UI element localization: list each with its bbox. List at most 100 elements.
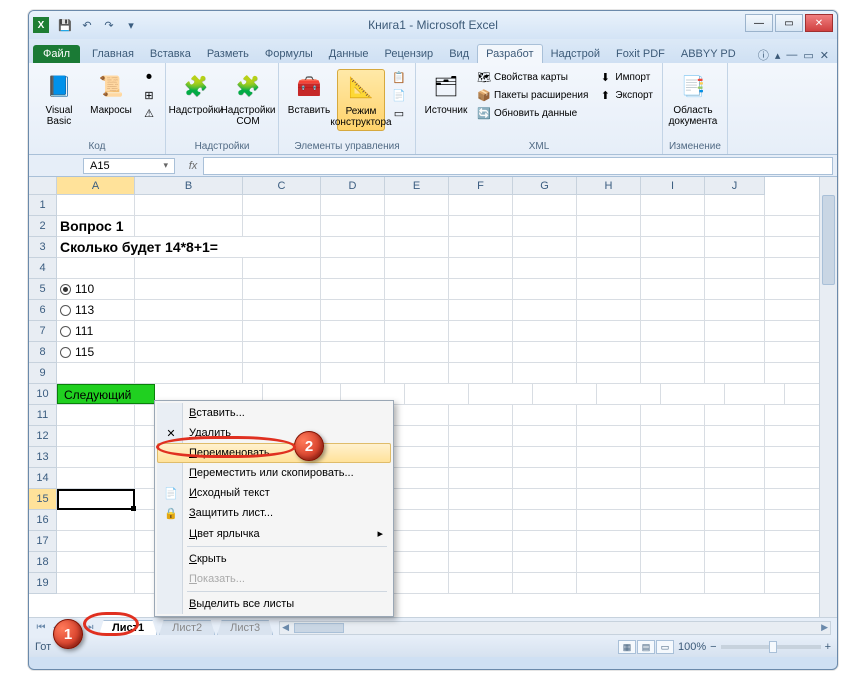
insert-control-button[interactable]: 🧰 Вставить <box>285 69 333 118</box>
cell-G2[interactable] <box>513 216 577 236</box>
cell-I13[interactable] <box>641 447 705 467</box>
cell-H5[interactable] <box>577 279 641 299</box>
cell-G17[interactable] <box>513 531 577 551</box>
macro-security-button[interactable]: ⚠ <box>139 105 159 121</box>
cell-H4[interactable] <box>577 258 641 278</box>
cell-G9[interactable] <box>513 363 577 383</box>
cell-E4[interactable] <box>385 258 449 278</box>
doc-min-icon[interactable]: — <box>786 49 797 61</box>
cell-E18[interactable] <box>385 552 449 572</box>
cell-C2[interactable] <box>243 216 321 236</box>
cell-A6[interactable]: 113 <box>57 300 135 320</box>
file-tab[interactable]: Файл <box>33 45 80 63</box>
cell-F15[interactable] <box>449 489 513 509</box>
cell-G10[interactable] <box>533 384 597 404</box>
cell-I18[interactable] <box>641 552 705 572</box>
menu-item-2[interactable]: Переименовать <box>157 443 391 463</box>
row-header-13[interactable]: 13 <box>29 447 57 468</box>
view-code-button[interactable]: 📄 <box>389 87 409 103</box>
cell-G13[interactable] <box>513 447 577 467</box>
cell-C7[interactable] <box>243 321 321 341</box>
cell-F3[interactable] <box>449 237 513 257</box>
cell-H15[interactable] <box>577 489 641 509</box>
cell-G12[interactable] <box>513 426 577 446</box>
row-header-3[interactable]: 3 <box>29 237 57 258</box>
cell-A12[interactable] <box>57 426 135 446</box>
cell-E14[interactable] <box>385 468 449 488</box>
cell-E19[interactable] <box>385 573 449 593</box>
zoom-level[interactable]: 100% <box>678 641 706 653</box>
cell-J4[interactable] <box>705 258 765 278</box>
row-header-11[interactable]: 11 <box>29 405 57 426</box>
cell-A9[interactable] <box>57 363 135 383</box>
run-dialog-button[interactable]: ▭ <box>389 105 409 121</box>
cell-J12[interactable] <box>705 426 765 446</box>
radio-option-113[interactable] <box>60 305 71 316</box>
row-header-9[interactable]: 9 <box>29 363 57 384</box>
cell-A17[interactable] <box>57 531 135 551</box>
cell-F19[interactable] <box>449 573 513 593</box>
cell-B4[interactable] <box>135 258 243 278</box>
cell-E10[interactable] <box>405 384 469 404</box>
cell-C1[interactable] <box>243 195 321 215</box>
col-header-A[interactable]: A <box>57 177 135 195</box>
col-header-J[interactable]: J <box>705 177 765 195</box>
cell-F1[interactable] <box>449 195 513 215</box>
cell-B2[interactable] <box>135 216 243 236</box>
cell-G7[interactable] <box>513 321 577 341</box>
row-header-5[interactable]: 5 <box>29 279 57 300</box>
import-button[interactable]: ⬇Импорт <box>595 69 656 85</box>
cell-G14[interactable] <box>513 468 577 488</box>
ribbon-min-icon[interactable]: ▴ <box>775 49 781 62</box>
cell-D4[interactable] <box>321 258 385 278</box>
cell-A13[interactable] <box>57 447 135 467</box>
cell-B1[interactable] <box>135 195 243 215</box>
cell-F7[interactable] <box>449 321 513 341</box>
cell-A19[interactable] <box>57 573 135 593</box>
row-header-2[interactable]: 2 <box>29 216 57 237</box>
cell-F10[interactable] <box>469 384 533 404</box>
cell-B8[interactable] <box>135 342 243 362</box>
minimize-button[interactable]: — <box>745 14 773 32</box>
cell-F9[interactable] <box>449 363 513 383</box>
tab-abbyy pd[interactable]: ABBYY PD <box>673 45 744 63</box>
cell-F5[interactable] <box>449 279 513 299</box>
row-header-6[interactable]: 6 <box>29 300 57 321</box>
view-normal-button[interactable]: ▦ <box>618 640 636 654</box>
cell-D2[interactable] <box>321 216 385 236</box>
export-button[interactable]: ⬆Экспорт <box>595 87 656 103</box>
menu-item-7[interactable]: Скрыть <box>157 549 391 569</box>
cell-J16[interactable] <box>705 510 765 530</box>
cell-J6[interactable] <box>705 300 765 320</box>
visual-basic-button[interactable]: 📘 Visual Basic <box>35 69 83 129</box>
sheet-nav-last-icon[interactable]: ⏭ <box>81 622 97 633</box>
menu-item-3[interactable]: Переместить или скопировать... <box>157 463 391 483</box>
cell-E13[interactable] <box>385 447 449 467</box>
cell-G5[interactable] <box>513 279 577 299</box>
tab-foxit pdf[interactable]: Foxit PDF <box>608 45 673 63</box>
tab-формулы[interactable]: Формулы <box>257 45 321 63</box>
formula-input[interactable] <box>203 157 833 175</box>
cell-E5[interactable] <box>385 279 449 299</box>
close-button[interactable]: ✕ <box>805 14 833 32</box>
cell-I7[interactable] <box>641 321 705 341</box>
tab-рецензир[interactable]: Рецензир <box>377 45 442 63</box>
sheet-tab-Лист2[interactable]: Лист2 <box>159 620 215 635</box>
cell-G3[interactable] <box>513 237 577 257</box>
view-layout-button[interactable]: ▤ <box>637 640 655 654</box>
cell-J8[interactable] <box>705 342 765 362</box>
cell-H17[interactable] <box>577 531 641 551</box>
document-panel-button[interactable]: 📑 Область документа <box>669 69 717 129</box>
cell-F12[interactable] <box>449 426 513 446</box>
cell-B7[interactable] <box>135 321 243 341</box>
view-pagebreak-button[interactable]: ▭ <box>656 640 674 654</box>
sheet-tab-Лист3[interactable]: Лист3 <box>217 620 273 635</box>
menu-item-1[interactable]: ✕Удалить <box>157 423 391 443</box>
cell-G8[interactable] <box>513 342 577 362</box>
cell-G11[interactable] <box>513 405 577 425</box>
cell-D5[interactable] <box>321 279 385 299</box>
fx-icon[interactable]: fx <box>183 160 203 172</box>
cell-E7[interactable] <box>385 321 449 341</box>
cell-A8[interactable]: 115 <box>57 342 135 362</box>
cell-E9[interactable] <box>385 363 449 383</box>
